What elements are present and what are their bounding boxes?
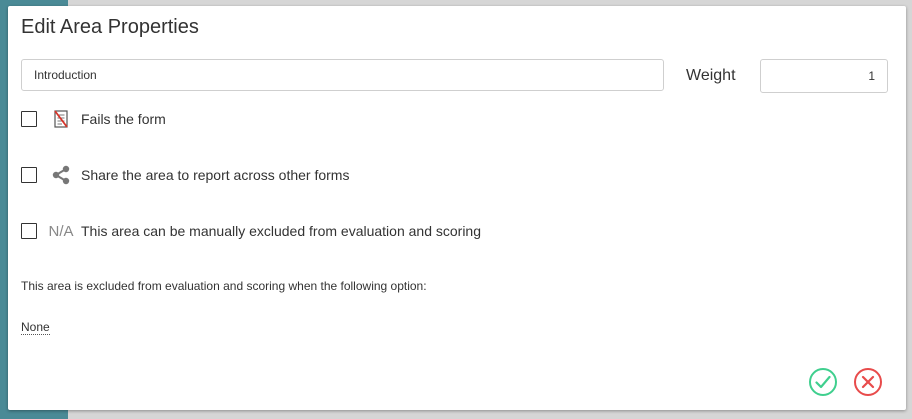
manual-exclude-label: This area can be manually excluded from …: [81, 223, 482, 239]
close-circle-icon: [854, 368, 882, 396]
confirm-button[interactable]: [808, 367, 838, 397]
option-manual-exclude: N/A This area can be manually excluded f…: [21, 221, 481, 241]
share-icon: [48, 165, 74, 185]
fails-form-icon: [48, 109, 74, 129]
fails-form-checkbox[interactable]: [21, 111, 37, 127]
share-area-label: Share the area to report across other fo…: [81, 167, 350, 183]
check-circle-icon: [809, 368, 837, 396]
dialog-title: Edit Area Properties: [21, 16, 199, 38]
area-name-input[interactable]: [21, 59, 664, 91]
na-icon-text: N/A: [48, 222, 74, 240]
fails-form-label: Fails the form: [81, 111, 166, 127]
edit-area-dialog: Edit Area Properties Weight Fails the fo…: [8, 6, 906, 410]
share-area-checkbox[interactable]: [21, 167, 37, 183]
na-icon: N/A: [48, 221, 74, 241]
manual-exclude-checkbox[interactable]: [21, 223, 37, 239]
exclusion-description: This area is excluded from evaluation an…: [21, 279, 427, 293]
option-share-area: Share the area to report across other fo…: [21, 165, 349, 185]
exclusion-option-selector[interactable]: None: [21, 320, 50, 335]
cancel-button[interactable]: [853, 367, 883, 397]
weight-label: Weight: [686, 67, 736, 84]
weight-input[interactable]: [760, 59, 888, 93]
option-fails-form: Fails the form: [21, 109, 166, 129]
